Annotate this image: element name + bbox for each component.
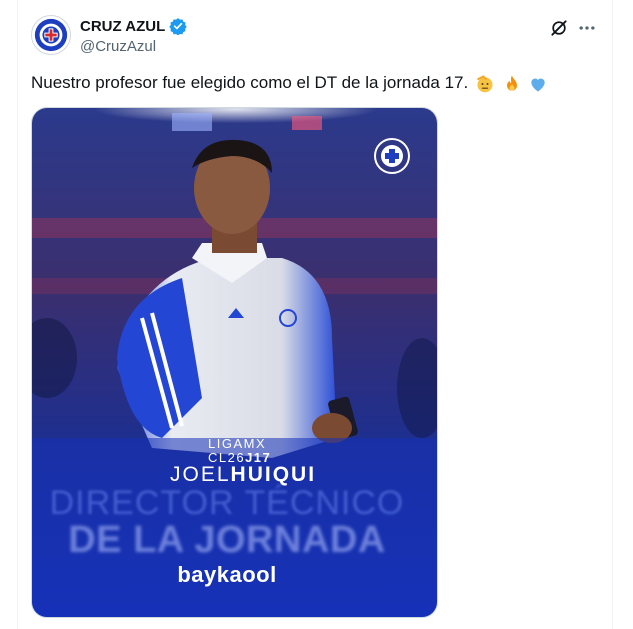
award-title-line1: DIRECTOR TÉCNICO — [49, 484, 405, 522]
cruz-azul-crest-icon — [34, 18, 68, 52]
author-name-row: CRUZ AZUL — [80, 16, 187, 36]
more-options-icon[interactable] — [575, 16, 599, 40]
award-title-line2: DE LA JORNADA — [68, 519, 386, 561]
verified-badge-icon — [169, 18, 187, 35]
coach-last-name: HUIQUI — [230, 463, 317, 486]
coach-first-name: JOEL — [170, 463, 231, 486]
sponsor-logo: baykaool — [177, 562, 277, 587]
fire-icon — [506, 75, 517, 91]
league-name: LIGAMX — [208, 436, 267, 451]
tweet-text: Nuestro profesor fue elegido como el DT … — [31, 71, 548, 95]
league-label: LIGAMX CL26J17 — [208, 437, 271, 465]
author-avatar[interactable] — [31, 15, 71, 55]
tweet-body: Nuestro profesor fue elegido como el DT … — [31, 73, 469, 92]
saluting-face-icon — [477, 74, 493, 92]
author-handle[interactable]: @CruzAzul — [80, 38, 156, 55]
author-display-name[interactable]: CRUZ AZUL — [80, 18, 165, 35]
blue-heart-icon — [531, 78, 546, 92]
grok-icon[interactable] — [547, 16, 571, 40]
